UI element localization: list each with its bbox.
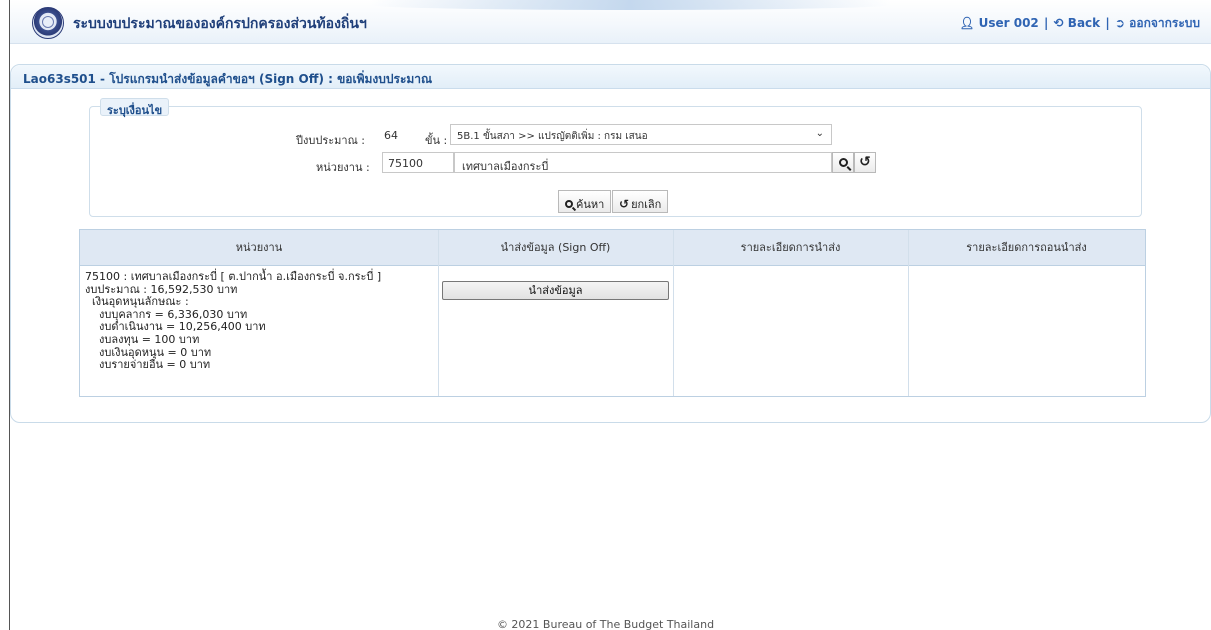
undo-icon: ↺ (619, 197, 630, 211)
year-label: ปีงบประมาณ : (296, 134, 365, 147)
user-icon: 👤︎ (959, 16, 975, 30)
table-row-unit-detail: 75100 : เทศบาลเมืองกระบี่ [ ต.ปากน้ำ อ.เ… (85, 270, 382, 372)
criteria-legend: ระบุเงื่อนไข (100, 98, 170, 117)
search-icon (838, 158, 848, 167)
app-header: ระบบงบประมาณขององค์กรปกครองส่วนท้องถิ่นฯ… (10, 0, 1211, 44)
footer-copyright: © 2021 Bureau of The Budget Thailand (496, 618, 715, 630)
user-link[interactable]: 👤︎ User 002 (959, 16, 1043, 30)
header-unit: หน่วยงาน (235, 241, 283, 254)
unit-label: หน่วยงาน : (316, 161, 370, 174)
unit-reset-button[interactable]: ↺ (854, 152, 876, 173)
main-panel: Lao63s501 - โปรแกรมนำส่งข้อมูลคำขอฯ (Sig… (10, 64, 1211, 423)
year-value: 64 (384, 129, 398, 142)
header-withdraw-detail: รายละเอียดการถอนนำส่ง (966, 241, 1087, 254)
search-button[interactable]: ค้นหา (558, 190, 612, 213)
logout-link[interactable]: ➲ ออกจากระบบ (1115, 16, 1200, 30)
back-link[interactable]: ⟲ Back (1054, 16, 1105, 30)
column-divider (438, 230, 439, 396)
unit-name-field[interactable]: เทศบาลเมืองกระบี่ (454, 152, 832, 173)
search-icon (565, 200, 573, 208)
column-divider (673, 230, 674, 396)
sign-out-icon: ➲ (1114, 16, 1125, 30)
page-title: Lao63s501 - โปรแกรมนำส่งข้อมูลคำขอฯ (Sig… (23, 72, 433, 86)
chevron-down-icon: ⌄ (815, 128, 824, 139)
results-table: หน่วยงาน นำส่งข้อมูล (Sign Off) รายละเอี… (79, 229, 1146, 397)
table-header: หน่วยงาน นำส่งข้อมูล (Sign Off) รายละเอี… (80, 230, 1145, 266)
unit-search-button[interactable] (832, 152, 854, 173)
app-title: ระบบงบประมาณขององค์กรปกครองส่วนท้องถิ่นฯ (73, 16, 367, 32)
undo-icon: ↺ (859, 154, 871, 170)
cancel-button[interactable]: ↺ ยกเลิก (612, 190, 669, 213)
back-circle-icon: ⟲ (1053, 16, 1064, 30)
unit-code-field[interactable]: 75100 (382, 152, 454, 173)
panel-title-bar: Lao63s501 - โปรแกรมนำส่งข้อมูลคำขอฯ (Sig… (11, 65, 1210, 89)
step-label: ขั้น : (425, 134, 448, 147)
header-sign-off: นำส่งข้อมูล (Sign Off) (500, 241, 611, 254)
send-data-button[interactable]: นำส่งข้อมูล (442, 281, 669, 300)
government-seal-logo (32, 7, 64, 39)
top-links: 👤︎ User 002 | ⟲ Back | ➲ ออกจากระบบ (959, 16, 1200, 30)
header-send-detail: รายละเอียดการนำส่ง (740, 241, 841, 254)
step-select[interactable]: 5B.1 ขั้นสภา >> แปรญัตติเพิ่ม : กรม เสนอ… (450, 124, 832, 145)
criteria-fieldset: ระบุเงื่อนไข ปีงบประมาณ : 64 ขั้น : 5B.1… (89, 98, 1142, 217)
column-divider (908, 230, 909, 396)
